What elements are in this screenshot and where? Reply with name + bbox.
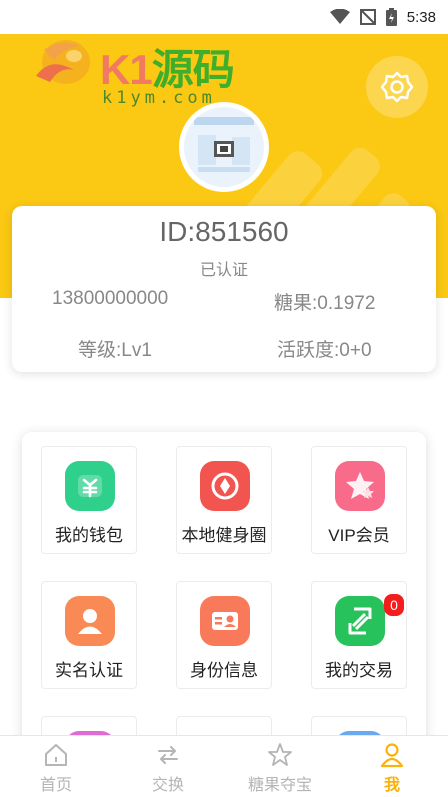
candy-balance: 糖果:0.1972 <box>274 293 376 314</box>
nav-label: 首页 <box>39 777 72 794</box>
menu-item-vip[interactable]: VIP会员 <box>311 446 407 554</box>
battery-charging-icon <box>385 8 397 26</box>
logo-domain: k1ym.com <box>102 88 216 108</box>
person-icon <box>380 743 404 768</box>
home-icon <box>45 744 67 766</box>
verified-status: 已认证 <box>199 262 248 279</box>
menu-item-my-trades[interactable]: 0 我的交易 <box>311 581 407 689</box>
nav-home[interactable]: 首页 <box>0 736 112 797</box>
id-card-icon <box>200 596 250 646</box>
nav-label: 糖果夺宝 <box>247 777 312 794</box>
wallet-icon <box>65 461 115 511</box>
activity-score: 活跃度:0+0 <box>277 340 372 361</box>
menu-item-real-name[interactable]: 实名认证 <box>41 581 137 689</box>
user-icon <box>65 596 115 646</box>
swap-icon <box>158 746 178 764</box>
user-id: ID:851560 <box>159 216 289 247</box>
avatar-image <box>184 107 264 187</box>
menu-label: VIP会员 <box>328 526 390 545</box>
gear-icon <box>380 71 414 103</box>
exchange-icon <box>335 596 385 646</box>
nav-label: 我 <box>383 777 400 794</box>
red-packet-icon <box>200 461 250 511</box>
star-outline-icon <box>268 743 292 766</box>
menu-label: 我的钱包 <box>55 526 123 545</box>
status-bar: 5:38 <box>0 0 448 34</box>
menu-label: 本地健身圈 <box>181 526 267 545</box>
trade-count-badge: 0 <box>384 594 404 616</box>
bottom-nav: 首页 交换 糖果夺宝 我 <box>0 735 448 797</box>
nav-candy-treasure[interactable]: 糖果夺宝 <box>224 736 336 797</box>
nav-label: 交换 <box>151 777 184 794</box>
avatar[interactable] <box>179 102 269 192</box>
logo-brand-cn: 源码 <box>151 46 235 93</box>
status-time: 5:38 <box>406 8 436 26</box>
star-icon <box>335 461 385 511</box>
menu-label: 身份信息 <box>190 661 258 680</box>
profile-card: ID:851560 已认证 13800000000 糖果:0.1972 等级:L… <box>12 206 436 372</box>
settings-button[interactable] <box>366 56 428 118</box>
menu-item-wallet[interactable]: 我的钱包 <box>41 446 137 554</box>
menu-label: 我的交易 <box>325 661 393 680</box>
menu-item-local-fitness[interactable]: 本地健身圈 <box>176 446 272 554</box>
menu-label: 实名认证 <box>55 661 123 680</box>
no-signal-icon <box>359 9 376 25</box>
menu-item-identity[interactable]: 身份信息 <box>176 581 272 689</box>
user-level: 等级:Lv1 <box>78 340 152 361</box>
logo-mark-icon <box>36 40 90 84</box>
nav-swap[interactable]: 交换 <box>112 736 224 797</box>
phone-number: 13800000000 <box>52 288 169 309</box>
logo-brand-k: K1 <box>100 46 153 93</box>
nav-me[interactable]: 我 <box>336 736 448 797</box>
wifi-icon <box>329 9 350 24</box>
